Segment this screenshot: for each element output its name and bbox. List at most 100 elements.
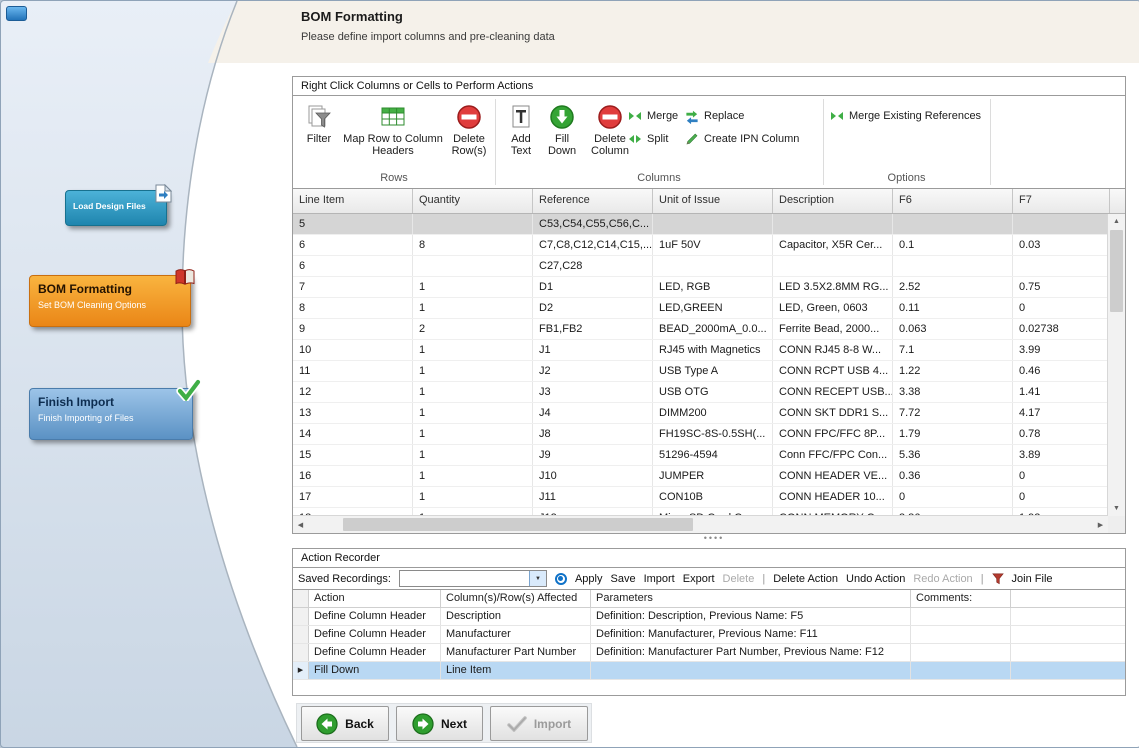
bom-table-cell[interactable]: 1	[413, 466, 533, 486]
export-recording-button[interactable]: Export	[683, 573, 715, 585]
back-button[interactable]: Back	[301, 706, 389, 741]
save-recording-button[interactable]: Save	[610, 573, 635, 585]
bom-table-cell[interactable]: 1	[413, 277, 533, 297]
bom-table-cell[interactable]: CONN HEADER VE...	[773, 466, 893, 486]
bom-table-cell[interactable]: 11	[293, 361, 413, 381]
bom-table-cell[interactable]	[413, 214, 533, 234]
horizontal-scroll-thumb[interactable]	[343, 518, 693, 531]
bom-table-cell[interactable]: J4	[533, 403, 653, 423]
bom-table-cell[interactable]: 0.03	[1013, 235, 1108, 255]
bom-table-cell[interactable]: 13	[293, 403, 413, 423]
bom-column-header[interactable]: Quantity	[413, 189, 533, 213]
bom-table-cell[interactable]	[773, 214, 893, 234]
recorder-row-gutter[interactable]	[293, 626, 309, 643]
recorder-cell[interactable]: Definition: Manufacturer Part Number, Pr…	[591, 644, 911, 661]
bom-table-cell[interactable]: 1.41	[1013, 382, 1108, 402]
bom-table-cell[interactable]	[1013, 256, 1108, 276]
wizard-step-finish-import[interactable]: Finish Import Finish Importing of Files	[29, 388, 193, 440]
bom-table-row[interactable]: 81D2LED,GREENLED, Green, 06030.110	[293, 298, 1108, 319]
bom-table-row[interactable]: 5C53,C54,C55,C56,C...	[293, 214, 1108, 235]
map-row-to-column-headers-button[interactable]: Map Row to Column Headers	[341, 101, 445, 165]
join-file-button[interactable]: Join File	[1012, 573, 1053, 585]
bom-table-cell[interactable]: 1	[413, 403, 533, 423]
add-text-button[interactable]: Add Text	[502, 101, 540, 165]
bom-table-cell[interactable]: 0	[1013, 466, 1108, 486]
bom-table-cell[interactable]: 6	[293, 256, 413, 276]
scroll-right-arrow[interactable]: ▶	[1093, 517, 1108, 532]
bom-table-cell[interactable]: 1uF 50V	[653, 235, 773, 255]
bom-table-cell[interactable]: JUMPER	[653, 466, 773, 486]
bom-table-cell[interactable]: CONN RJ45 8-8 W...	[773, 340, 893, 360]
bom-table-cell[interactable]: 0.36	[893, 466, 1013, 486]
bom-table-cell[interactable]: 17	[293, 487, 413, 507]
recorder-column-header[interactable]: Column(s)/Row(s) Affected	[441, 590, 591, 607]
bom-table-cell[interactable]: 5.36	[893, 445, 1013, 465]
bom-table-cell[interactable]: 9	[293, 319, 413, 339]
bom-table-cell[interactable]: CONN SKT DDR1 S...	[773, 403, 893, 423]
bom-table-row[interactable]: 151J951296-4594Conn FFC/FPC Con...5.363.…	[293, 445, 1108, 466]
bom-table-cell[interactable]: J10	[533, 466, 653, 486]
bom-column-header[interactable]: F7	[1013, 189, 1110, 213]
recorder-cell[interactable]	[911, 644, 1011, 661]
bom-table-cell[interactable]: CONN HEADER 10...	[773, 487, 893, 507]
bom-table-cell[interactable]: J11	[533, 487, 653, 507]
bom-table-cell[interactable]: BEAD_2000mA_0.0...	[653, 319, 773, 339]
current-row-marker[interactable]: ▶	[293, 662, 309, 679]
bom-column-header[interactable]: Unit of Issue	[653, 189, 773, 213]
recorder-cell[interactable]: Definition: Description, Previous Name: …	[591, 608, 911, 625]
bom-table-cell[interactable]: 1	[413, 424, 533, 444]
bom-table-cell[interactable]: 1	[413, 382, 533, 402]
bom-table-cell[interactable]	[653, 214, 773, 234]
bom-table-cell[interactable]	[413, 256, 533, 276]
bom-table-cell[interactable]: FB1,FB2	[533, 319, 653, 339]
bom-table-cell[interactable]	[893, 214, 1013, 234]
bom-table-cell[interactable]	[653, 256, 773, 276]
delete-action-button[interactable]: Delete Action	[773, 573, 838, 585]
recorder-row[interactable]: Define Column HeaderDescriptionDefinitio…	[293, 608, 1125, 626]
bom-table-cell[interactable]: USB OTG	[653, 382, 773, 402]
bom-table-cell[interactable]: 0.75	[1013, 277, 1108, 297]
bom-table-cell[interactable]: CONN FPC/FFC 8P...	[773, 424, 893, 444]
recorder-row[interactable]: Define Column HeaderManufacturerDefiniti…	[293, 626, 1125, 644]
recorder-cell[interactable]: Define Column Header	[309, 644, 441, 661]
create-ipn-column-button[interactable]: Create IPN Column	[685, 130, 799, 148]
bom-table-cell[interactable]: 14	[293, 424, 413, 444]
bom-table-cell[interactable]: Ferrite Bead, 2000...	[773, 319, 893, 339]
bom-table-row[interactable]: 71D1LED, RGBLED 3.5X2.8MM RG...2.520.75	[293, 277, 1108, 298]
recorder-column-header[interactable]: Comments:	[911, 590, 1011, 607]
undo-action-button[interactable]: Undo Action	[846, 573, 905, 585]
bom-table-cell[interactable]: 0	[1013, 298, 1108, 318]
filter-button[interactable]: Filter	[299, 101, 339, 165]
recorder-row[interactable]: ▶Fill DownLine Item	[293, 662, 1125, 680]
bom-table-cell[interactable]: USB Type A	[653, 361, 773, 381]
bom-table-cell[interactable]: 3.38	[893, 382, 1013, 402]
bom-table-cell[interactable]: 3.99	[1013, 340, 1108, 360]
bom-table-cell[interactable]: 51296-4594	[653, 445, 773, 465]
recorder-row-gutter[interactable]	[293, 644, 309, 661]
horizontal-scrollbar[interactable]: ◀ ▶	[293, 515, 1108, 533]
bom-column-header[interactable]: Line Item	[293, 189, 413, 213]
recorder-cell[interactable]: Manufacturer	[441, 626, 591, 643]
next-button[interactable]: Next	[396, 706, 483, 741]
bom-table-cell[interactable]: LED, RGB	[653, 277, 773, 297]
bom-table-cell[interactable]: 0	[1013, 487, 1108, 507]
bom-table-cell[interactable]: 8	[413, 235, 533, 255]
bom-table-cell[interactable]: DIMM200	[653, 403, 773, 423]
scroll-up-arrow[interactable]: ▲	[1109, 214, 1124, 229]
bom-table-cell[interactable]: FH19SC-8S-0.5SH(...	[653, 424, 773, 444]
bom-table-cell[interactable]: 10	[293, 340, 413, 360]
wizard-step-bom-formatting[interactable]: BOM Formatting Set BOM Cleaning Options	[29, 275, 191, 327]
saved-recordings-dropdown[interactable]: ▼	[399, 570, 547, 587]
recorder-row-gutter[interactable]	[293, 608, 309, 625]
recorder-cell[interactable]	[911, 626, 1011, 643]
bom-table-row[interactable]: 111J2USB Type ACONN RCPT USB 4...1.220.4…	[293, 361, 1108, 382]
bom-table-row[interactable]: 92FB1,FB2BEAD_2000mA_0.0...Ferrite Bead,…	[293, 319, 1108, 340]
bom-table-row[interactable]: 161J10JUMPERCONN HEADER VE...0.360	[293, 466, 1108, 487]
bom-table-cell[interactable]: J3	[533, 382, 653, 402]
bom-table-cell[interactable]: LED,GREEN	[653, 298, 773, 318]
bom-table-cell[interactable]: 7.72	[893, 403, 1013, 423]
bom-table-cell[interactable]: 0.11	[893, 298, 1013, 318]
bom-table-cell[interactable]: 1.79	[893, 424, 1013, 444]
bom-table-cell[interactable]: 15	[293, 445, 413, 465]
recorder-cell[interactable]: Line Item	[441, 662, 591, 679]
